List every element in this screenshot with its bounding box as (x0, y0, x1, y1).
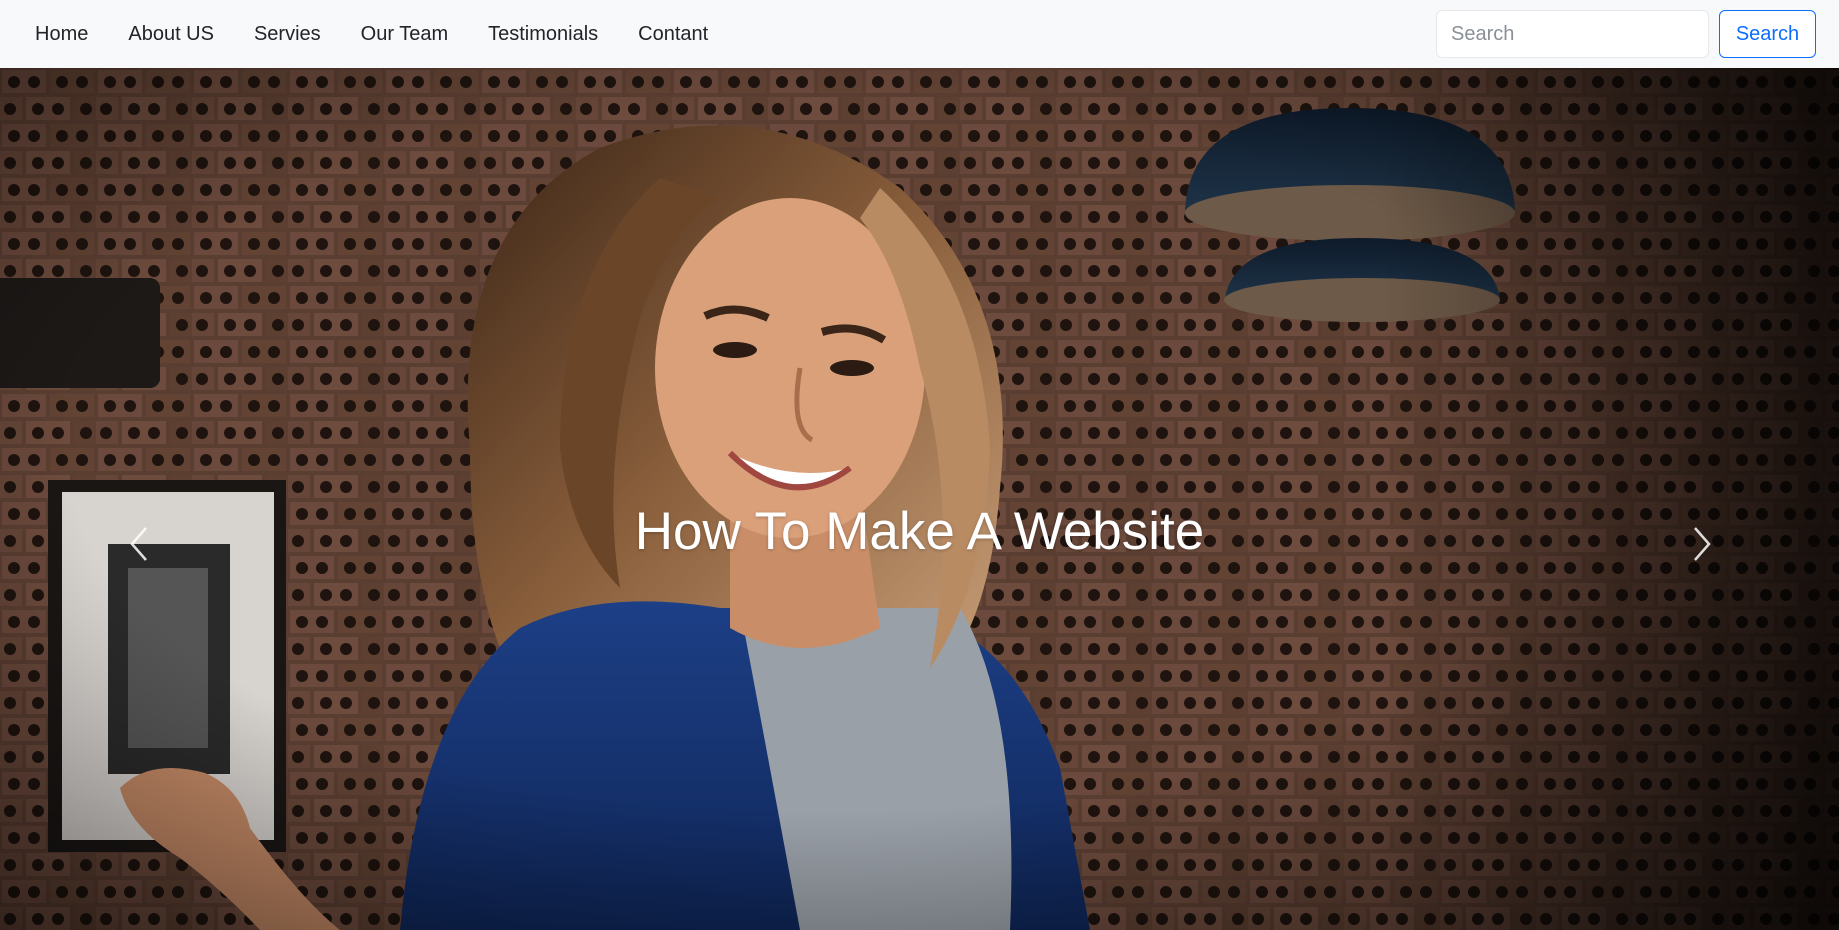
search-input[interactable] (1436, 10, 1709, 58)
nav-link-our-team[interactable]: Our Team (349, 0, 460, 68)
search-form: Search (1436, 10, 1816, 58)
navbar: Home About US Servies Our Team Testimoni… (0, 0, 1839, 68)
nav-link-about-us[interactable]: About US (116, 0, 226, 68)
hero-carousel: How To Make A Website (0, 68, 1839, 930)
search-button[interactable]: Search (1719, 10, 1816, 58)
carousel-next-button[interactable] (1683, 514, 1723, 574)
hero-slide-image (0, 68, 1839, 930)
carousel-caption: How To Make A Website (634, 502, 1205, 561)
nav-link-contact[interactable]: Contant (626, 0, 720, 68)
chevron-left-icon (130, 527, 147, 561)
chevron-right-icon (1694, 527, 1711, 561)
nav-links: Home About US Servies Our Team Testimoni… (23, 0, 736, 68)
nav-link-testimonials[interactable]: Testimonials (476, 0, 610, 68)
nav-link-home[interactable]: Home (23, 0, 100, 68)
carousel-prev-button[interactable] (118, 514, 158, 574)
nav-link-services[interactable]: Servies (242, 0, 333, 68)
